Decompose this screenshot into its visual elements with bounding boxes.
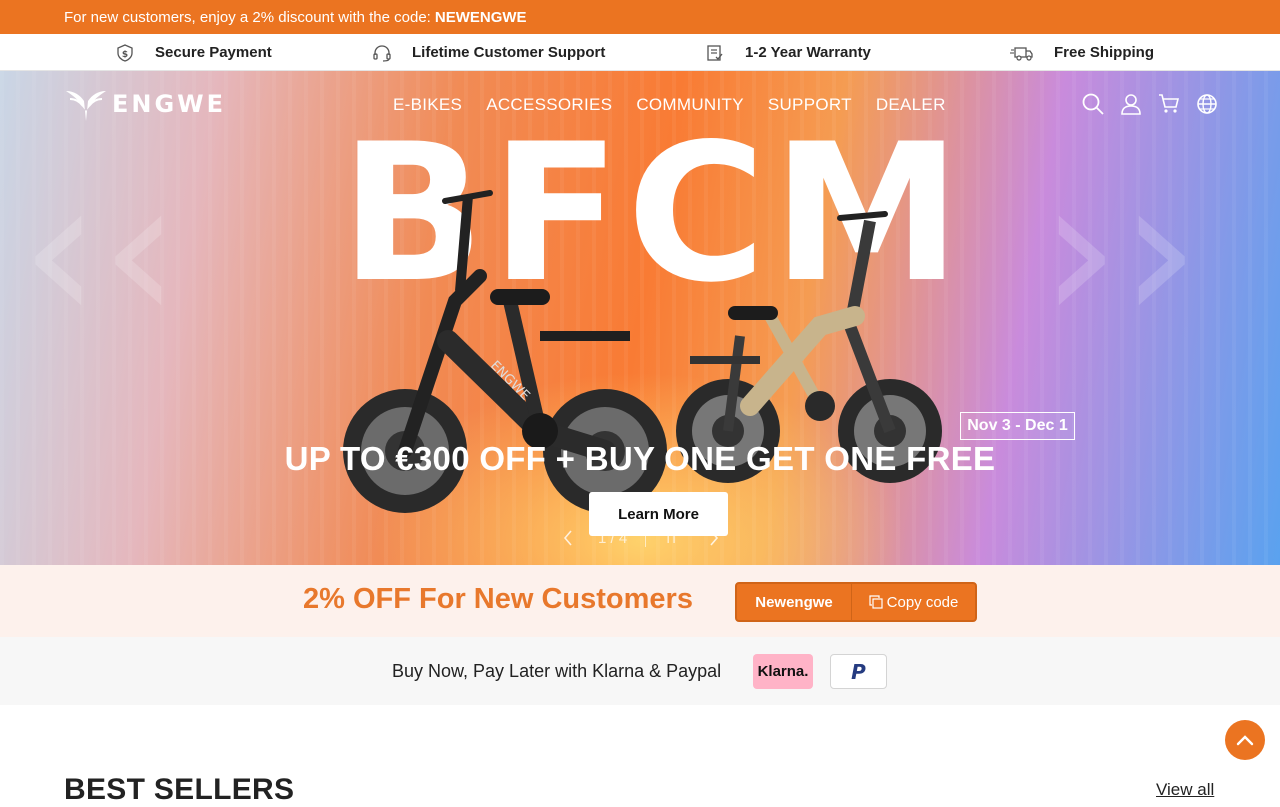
promo-code-value: Newengwe [737,584,852,620]
view-all-link[interactable]: View all [1156,780,1214,800]
feature-label: Free Shipping [1054,44,1155,61]
announcement-text: For new customers, enjoy a 2% discount w… [64,8,431,26]
best-sellers-title: BEST SELLERS [64,773,295,806]
search-icon[interactable] [1082,93,1104,115]
slide-prev-button[interactable] [560,529,576,547]
cart-icon[interactable] [1158,93,1180,115]
chevron-decoration: ‹‹ [20,134,180,367]
date-badge: Nov 3 - Dec 1 [960,412,1075,440]
copy-code-label: Copy code [886,593,959,611]
copy-icon [869,595,883,609]
promo-title: 2% OFF For New Customers [303,583,693,615]
learn-more-button[interactable]: Learn More [589,492,728,536]
warranty-doc-icon [705,43,725,63]
chevron-decoration: ›› [1040,134,1200,367]
feature-label: Lifetime Customer Support [412,44,606,61]
account-icon[interactable] [1120,93,1142,115]
menu-item-community[interactable]: COMMUNITY [636,95,744,115]
new-customer-promo: 2% OFF For New Customers Newengwe Copy c… [0,565,1280,637]
truck-icon [1010,43,1034,63]
feature-label: 1-2 Year Warranty [745,44,871,61]
payment-options: Buy Now, Pay Later with Klarna & Paypal … [0,637,1280,705]
announcement-code: NEWENGWE [434,8,527,26]
pay-later-text: Buy Now, Pay Later with Klarna & Paypal [392,661,722,681]
logo-wing-icon [66,91,106,121]
announcement-bar: For new customers, enjoy a 2% discount w… [0,0,1280,34]
header-icons [1082,93,1234,115]
globe-icon[interactable] [1196,93,1218,115]
copy-code-button[interactable]: Copy code [852,584,975,620]
hero-headline: UP TO €300 OFF + BUY ONE GET ONE FREE [284,440,996,477]
feature-support: Lifetime Customer Support [372,34,605,71]
back-to-top-button[interactable] [1225,720,1265,760]
menu-item-accessories[interactable]: ACCESSORIES [486,95,612,115]
menu-item-dealer[interactable]: DEALER [876,95,946,115]
headset-icon [372,43,392,63]
top-menu: E-BIKES ACCESSORIES COMMUNITY SUPPORT DE… [393,95,970,115]
menu-item-e-bikes[interactable]: E-BIKES [393,95,462,115]
klarna-logo: Klarna. [753,654,813,689]
feature-secure-payment: $ Secure Payment [115,34,272,71]
svg-text:$: $ [122,50,128,60]
menu-item-support[interactable]: SUPPORT [768,95,852,115]
feature-shipping: Free Shipping [1010,34,1154,71]
logo-text: ENGWE [112,90,227,118]
feature-warranty: 1-2 Year Warranty [705,34,871,71]
shield-dollar-icon: $ [115,43,135,63]
promo-code-box: Newengwe Copy code [735,582,977,622]
engwe-logo[interactable]: ENGWE [64,85,226,123]
black-ebike-image: ENGWE [343,190,667,513]
feature-strip: $ Secure Payment Lifetime Customer Suppo… [0,34,1280,71]
feature-label: Secure Payment [155,44,272,61]
hero-banner: ‹‹ ›› BFCM ENGWE ENGWE E-BIKES ACCESSORI… [0,71,1280,565]
main-navigation: ENGWE E-BIKES ACCESSORIES COMMUNITY SUPP… [0,71,1280,141]
chevron-up-icon [1236,735,1254,746]
paypal-logo: P [830,654,887,689]
